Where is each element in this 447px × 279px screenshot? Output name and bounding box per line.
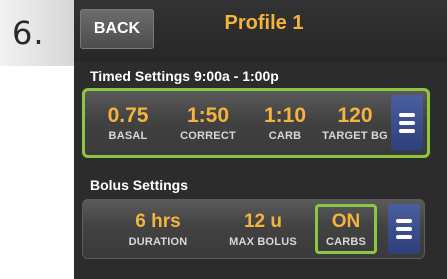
target-bg-label: TARGET BG (322, 129, 388, 142)
basal-label: BASAL (108, 129, 148, 142)
carbs-highlight-box[interactable]: ON CARBS (314, 204, 378, 254)
header-bar: BACK Profile 1 (74, 0, 447, 62)
step-number-tab: 6. (0, 0, 74, 66)
bolus-settings-label: Bolus Settings (90, 177, 189, 193)
timed-settings-label: Timed Settings 9:00a - 1:00p (90, 68, 279, 84)
correct-value: 1:50 (186, 103, 230, 127)
duration-setting: 6 hrs DURATION (113, 200, 203, 258)
carb-label: CARB (268, 129, 302, 142)
carb-setting: 1:10 CARB (250, 91, 320, 155)
timed-settings-panel[interactable]: 0.75 BASAL 1:50 CORRECT 1:10 CARB 120 TA… (82, 88, 430, 158)
menu-icon (399, 113, 415, 117)
menu-icon-line (396, 227, 412, 231)
bolus-settings-menu-button[interactable] (388, 204, 420, 254)
step-number: 6. (12, 14, 45, 52)
bolus-settings-panel[interactable]: 6 hrs DURATION 12 u MAX BOLUS ON CARBS (82, 199, 425, 259)
carbs-setting[interactable]: ON CARBS (311, 200, 381, 258)
max-bolus-value: 12 u (243, 210, 283, 232)
basal-value: 0.75 (107, 103, 149, 127)
correct-setting: 1:50 CORRECT (168, 91, 248, 155)
carbs-label: CARBS (325, 236, 367, 248)
menu-icon-line (399, 121, 415, 125)
carb-value: 1:10 (263, 103, 307, 127)
max-bolus-label: MAX BOLUS (229, 235, 297, 248)
target-bg-value: 120 (337, 103, 373, 127)
menu-icon (396, 219, 412, 223)
target-bg-setting: 120 TARGET BG (315, 91, 395, 155)
duration-value: 6 hrs (135, 210, 181, 232)
duration-label: DURATION (128, 235, 188, 248)
timed-settings-menu-button[interactable] (391, 95, 423, 151)
pump-screen: BACK Profile 1 Timed Settings 9:00a - 1:… (74, 0, 447, 279)
back-button[interactable]: BACK (80, 9, 154, 49)
carbs-value: ON (331, 211, 361, 232)
max-bolus-setting: 12 u MAX BOLUS (218, 200, 308, 258)
menu-icon-line (399, 129, 415, 133)
menu-icon-line (396, 235, 412, 239)
basal-setting: 0.75 BASAL (93, 91, 163, 155)
correct-label: CORRECT (180, 129, 236, 142)
page-title: Profile 1 (224, 12, 304, 34)
